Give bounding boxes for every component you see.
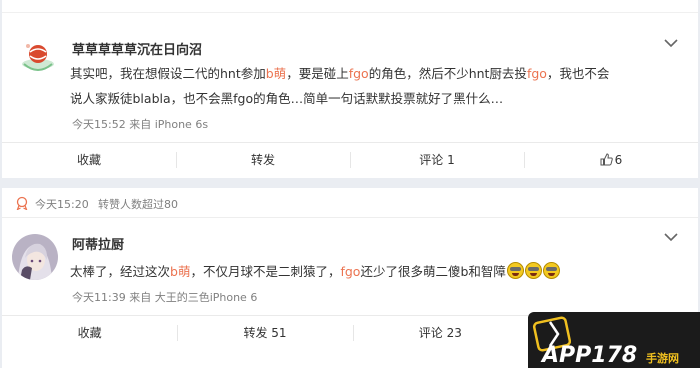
like-button[interactable]: 6 (524, 143, 698, 176)
text-segment: 还少了很多萌二傻b和智障 (360, 264, 506, 279)
post-meta[interactable]: 今天15:52 来自 iPhone 6s (72, 116, 208, 132)
post-username[interactable]: 阿蒂拉厨 (72, 234, 124, 253)
favorite-label: 收藏 (77, 326, 102, 340)
post-card-1: 草草草草草沉在日向沼 其实吧，我在想假设二代的hnt参加b萌，要是碰上fgo的角… (2, 0, 698, 178)
text-segment: 其实吧，我在想假设二代的hnt参加 (70, 66, 266, 81)
tag-link[interactable]: fgo (340, 264, 360, 279)
emoji-minion-icon (506, 262, 524, 279)
avatar[interactable] (12, 234, 58, 280)
post-meta[interactable]: 今天11:39 来自 大王的三色iPhone 6 (72, 289, 257, 305)
app178-watermark: APP178 手游网 (528, 312, 700, 368)
repost-info-bar: 今天15:20 转赞人数超过80 (2, 188, 698, 218)
thumbs-up-icon (600, 153, 613, 166)
avatar-ball-icon (16, 34, 60, 78)
favorite-button[interactable]: 收藏 (2, 143, 176, 176)
chevron-down-icon[interactable] (663, 231, 679, 243)
post-text-line-2: 说人家叛徒blabla，也不会黑fgo的角色…简单一句话默默投票就好了黑什么… (70, 91, 504, 106)
hot-badge-icon (16, 196, 28, 210)
post-text: 太棒了，经过这次b萌，不仅月球不是二刺猿了，fgo还少了很多萌二傻b和智障 (70, 259, 560, 284)
favorite-button[interactable]: 收藏 (2, 316, 177, 349)
emoji-minion-icon (524, 262, 542, 279)
comment-button[interactable]: 评论 23 (352, 316, 528, 349)
repost-button[interactable]: 转发 51 (177, 316, 352, 349)
repost-label: 转发 51 (243, 326, 287, 340)
action-bar: 收藏 转发 51 评论 23 (2, 315, 528, 349)
tag-link[interactable]: b萌 (266, 66, 286, 81)
text-segment: ，要是碰上 (286, 66, 349, 81)
avatar[interactable] (16, 34, 60, 78)
watermark-logo: APP178 手游网 (532, 316, 679, 368)
repost-label: 转发 (250, 153, 275, 167)
emoji-minion-icon (542, 262, 560, 279)
repost-note: 转赞人数超过80 (98, 198, 178, 211)
repost-time: 今天15:20 (35, 198, 89, 211)
favorite-label: 收藏 (76, 153, 101, 167)
like-count: 6 (614, 152, 623, 167)
text-segment: ，不仅月球不是二刺猿了， (190, 264, 341, 279)
action-bar: 收藏 转发 评论 1 6 (2, 142, 698, 176)
post-text-line-1: 其实吧，我在想假设二代的hnt参加b萌，要是碰上fgo的角色，然后不少hnt厨去… (70, 61, 609, 86)
text-segment: 的角色，然后不少hnt厨去投 (368, 66, 527, 81)
repost-button[interactable]: 转发 (176, 143, 350, 176)
watermark-brand: APP178 (540, 343, 637, 368)
comment-button[interactable]: 评论 1 (350, 143, 524, 176)
tag-link[interactable]: fgo (527, 66, 547, 81)
watermark-sub: 手游网 (646, 351, 679, 365)
chevron-down-icon[interactable] (663, 37, 679, 49)
text-segment: ，我也不会 (546, 66, 610, 81)
tag-link[interactable]: b萌 (170, 264, 190, 279)
tag-link[interactable]: fgo (349, 66, 369, 81)
comment-label: 评论 23 (418, 326, 462, 340)
comment-label: 评论 1 (419, 153, 455, 167)
text-segment: 太棒了，经过这次 (70, 264, 171, 279)
previous-card-edge (2, 0, 698, 13)
avatar-anime-girl-icon (12, 234, 58, 280)
post-username[interactable]: 草草草草草沉在日向沼 (72, 39, 202, 58)
